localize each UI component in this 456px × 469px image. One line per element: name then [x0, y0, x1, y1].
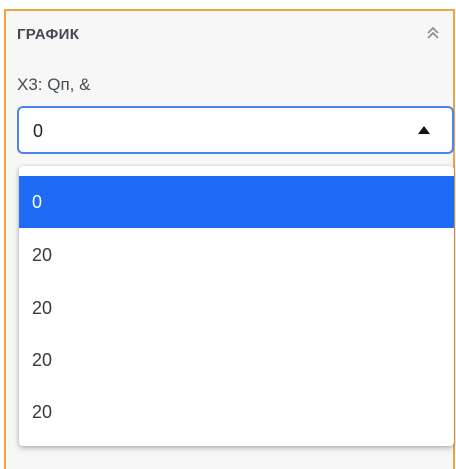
select-dropdown-list: 0 20 20 20 20 — [19, 166, 454, 446]
select-value: 0 — [33, 121, 44, 141]
dropdown-option[interactable]: 20 — [19, 282, 454, 334]
collapse-section-button[interactable] — [422, 22, 444, 44]
dropdown-option[interactable]: 20 — [19, 386, 454, 438]
dropdown-option[interactable]: 0 — [19, 176, 454, 228]
section-title: ГРАФИК — [17, 26, 80, 43]
triangle-up-icon — [418, 126, 430, 134]
double-chevron-up-icon — [427, 26, 439, 39]
dropdown-option[interactable]: 20 — [19, 229, 454, 281]
dropdown-option[interactable]: 20 — [19, 334, 454, 386]
field-label: X3: Qп, & — [17, 75, 91, 94]
x3-select[interactable]: 0 — [17, 106, 454, 154]
